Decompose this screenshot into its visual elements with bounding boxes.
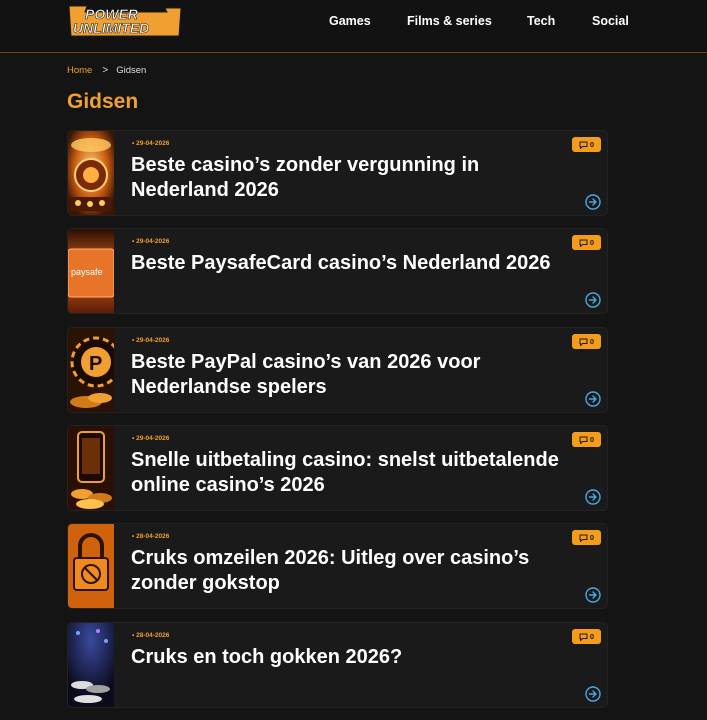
breadcrumb-current: Gidsen	[116, 65, 147, 76]
arrow-right-circle-icon[interactable]	[585, 292, 601, 308]
comment-count: 0	[589, 140, 595, 149]
article-card[interactable]: • 29-04-2026 Beste casino’s zonder vergu…	[67, 130, 608, 216]
article-date: • 29-04-2026	[132, 337, 170, 344]
article-title[interactable]: Beste casino’s zonder vergunning in Nede…	[131, 153, 561, 202]
article-title[interactable]: Snelle uitbetaling casino: snelst uitbet…	[131, 448, 561, 497]
page-title: Gidsen	[67, 90, 139, 113]
article-date: • 29-04-2026	[132, 238, 170, 245]
arrow-right-circle-icon[interactable]	[585, 391, 601, 407]
article-thumbnail[interactable]	[68, 426, 114, 510]
breadcrumb-separator: >	[102, 65, 109, 76]
site-header: POWER UNLIMITED Games Films & series Tec…	[0, 0, 707, 53]
article-date: • 28-04-2026	[132, 632, 170, 639]
arrow-right-circle-icon[interactable]	[585, 686, 601, 702]
arrow-right-circle-icon[interactable]	[585, 587, 601, 603]
article-date: • 28-04-2026	[132, 533, 170, 540]
comment-count-badge[interactable]: 0	[572, 629, 601, 644]
svg-text:P: P	[89, 353, 102, 375]
nav-tech[interactable]: Tech	[527, 14, 555, 28]
main-nav: Games Films & series Tech Social	[0, 14, 707, 34]
article-title[interactable]: Cruks omzeilen 2026: Uitleg over casino’…	[131, 546, 561, 595]
comment-count: 0	[589, 238, 595, 247]
article-card[interactable]: paysafe • 29-04-2026 Beste PaysafeCard c…	[67, 228, 608, 314]
comment-count-badge[interactable]: 0	[572, 235, 601, 250]
comment-icon	[579, 141, 588, 149]
comment-icon	[579, 534, 588, 542]
comment-count: 0	[589, 337, 595, 346]
comment-icon	[579, 633, 588, 641]
article-thumbnail[interactable]: P	[68, 328, 114, 412]
arrow-right-circle-icon[interactable]	[585, 489, 601, 505]
arrow-right-circle-icon[interactable]	[585, 194, 601, 210]
nav-social[interactable]: Social	[592, 14, 629, 28]
comment-count: 0	[589, 632, 595, 641]
article-card[interactable]: • 28-04-2026 Cruks en toch gokken 2026? …	[67, 622, 608, 708]
article-card[interactable]: • 29-04-2026 Snelle uitbetaling casino: …	[67, 425, 608, 511]
article-card[interactable]: P • 29-04-2026 Beste PayPal casino’s van…	[67, 327, 608, 413]
breadcrumb-home[interactable]: Home	[67, 65, 92, 76]
article-date: • 29-04-2026	[132, 140, 170, 147]
comment-count: 0	[589, 435, 595, 444]
comment-count: 0	[589, 533, 595, 542]
article-title[interactable]: Beste PayPal casino’s van 2026 voor Nede…	[131, 350, 561, 399]
comment-count-badge[interactable]: 0	[572, 334, 601, 349]
svg-text:paysafe: paysafe	[71, 267, 103, 277]
comment-count-badge[interactable]: 0	[572, 137, 601, 152]
comment-icon	[579, 338, 588, 346]
comment-count-badge[interactable]: 0	[572, 530, 601, 545]
article-thumbnail[interactable]	[68, 623, 114, 707]
article-thumbnail[interactable]: paysafe	[68, 229, 114, 313]
article-title[interactable]: Beste PaysafeCard casino’s Nederland 202…	[131, 251, 561, 276]
article-thumbnail[interactable]	[68, 131, 114, 215]
article-card[interactable]: • 28-04-2026 Cruks omzeilen 2026: Uitleg…	[67, 523, 608, 609]
article-title[interactable]: Cruks en toch gokken 2026?	[131, 645, 561, 670]
comment-icon	[579, 239, 588, 247]
comment-icon	[579, 436, 588, 444]
article-thumbnail[interactable]	[68, 524, 114, 608]
nav-films-series[interactable]: Films & series	[407, 14, 492, 28]
article-date: • 29-04-2026	[132, 435, 170, 442]
nav-games[interactable]: Games	[329, 14, 371, 28]
comment-count-badge[interactable]: 0	[572, 432, 601, 447]
breadcrumb: Home > Gidsen	[67, 65, 146, 77]
